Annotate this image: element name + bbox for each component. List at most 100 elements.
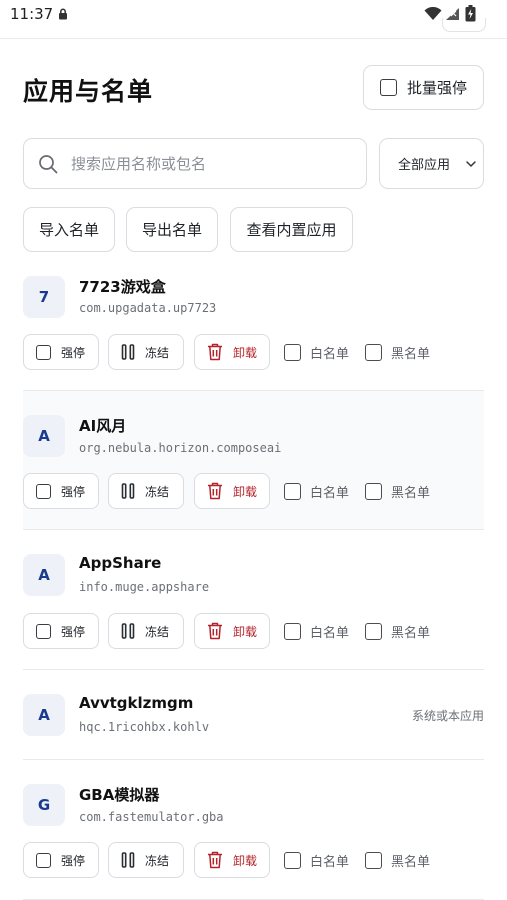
blacklist-checkbox[interactable] (365, 852, 382, 869)
app-avatar: 7 (23, 276, 65, 318)
blacklist-label: 黑名单 (391, 626, 431, 641)
app-card: 7 7723游戏盒 com.upgadata.up7723 强停 冻结 卸载 白… (23, 273, 484, 391)
batch-checkbox[interactable] (380, 79, 397, 96)
force-stop-label: 强停 (61, 624, 86, 639)
force-stop-label: 强停 (61, 853, 86, 868)
uninstall-button[interactable]: 卸载 (194, 334, 270, 370)
freeze-label: 冻结 (145, 853, 170, 868)
top-divider (0, 38, 507, 39)
force-stop-button[interactable]: 强停 (23, 842, 99, 878)
app-actions: 强停 冻结 卸载 白名单 黑名单 (23, 334, 484, 370)
app-actions: 强停 冻结 卸载 白名单 黑名单 (23, 473, 484, 509)
app-package: hqc.1ricohbx.kohlv (79, 720, 210, 734)
app-avatar: G (23, 784, 65, 826)
search-input[interactable] (71, 154, 341, 173)
uninstall-button[interactable]: 卸载 (194, 473, 270, 509)
whitelist-toggle[interactable]: 白名单 (284, 622, 349, 641)
blacklist-checkbox[interactable] (365, 623, 382, 640)
uninstall-button[interactable]: 卸载 (194, 613, 270, 649)
force-stop-checkbox-icon (36, 623, 51, 639)
force-stop-label: 强停 (61, 484, 86, 499)
freeze-label: 冻结 (145, 345, 170, 360)
freeze-button[interactable]: 冻结 (108, 842, 184, 878)
app-card: A Avvtgklzmgm hqc.1ricohbx.kohlv 系统或本应用 (23, 670, 484, 760)
blacklist-label: 黑名单 (391, 347, 431, 362)
status-time: 11:37 (10, 5, 54, 23)
blacklist-toggle[interactable]: 黑名单 (365, 343, 430, 362)
app-package: com.upgadata.up7723 (79, 301, 217, 315)
blacklist-toggle[interactable]: 黑名单 (365, 482, 430, 501)
blacklist-checkbox[interactable] (365, 344, 382, 361)
freeze-label: 冻结 (145, 484, 170, 499)
whitelist-checkbox[interactable] (284, 483, 301, 500)
blacklist-toggle[interactable]: 黑名单 (365, 851, 430, 870)
app-filter-value: 全部应用 (398, 158, 451, 173)
trash-icon (208, 482, 222, 500)
top-panel-edge (442, 18, 486, 32)
batch-force-stop-toggle[interactable]: 批量强停 (363, 65, 484, 110)
blacklist-label: 黑名单 (391, 486, 431, 501)
blacklist-label: 黑名单 (391, 855, 431, 870)
force-stop-button[interactable]: 强停 (23, 473, 99, 509)
pause-icon (121, 623, 135, 639)
whitelist-toggle[interactable]: 白名单 (284, 851, 349, 870)
search-icon (39, 154, 58, 173)
page-title: 应用与名单 (23, 77, 154, 106)
freeze-label: 冻结 (145, 624, 170, 639)
pause-icon (121, 483, 135, 499)
trash-icon (208, 851, 222, 869)
force-stop-button[interactable]: 强停 (23, 334, 99, 370)
whitelist-toggle[interactable]: 白名单 (284, 343, 349, 362)
system-app-note: 系统或本应用 (411, 709, 484, 723)
pause-icon (121, 852, 135, 868)
uninstall-label: 卸载 (233, 624, 258, 639)
app-filter-select[interactable]: 全部应用 (379, 138, 484, 189)
whitelist-toggle[interactable]: 白名单 (284, 482, 349, 501)
blacklist-toggle[interactable]: 黑名单 (365, 622, 430, 641)
status-bar: 11:37 (0, 0, 507, 30)
uninstall-label: 卸载 (233, 345, 258, 360)
app-package: com.fastemulator.gba (79, 810, 224, 824)
whitelist-label: 白名单 (310, 626, 350, 641)
wifi-icon (424, 7, 442, 20)
app-avatar: A (23, 554, 65, 596)
uninstall-button[interactable]: 卸载 (194, 842, 270, 878)
uninstall-label: 卸载 (233, 484, 258, 499)
app-package: info.muge.appshare (79, 580, 210, 594)
app-name: 7723游戏盒 (79, 278, 166, 296)
freeze-button[interactable]: 冻结 (108, 334, 184, 370)
whitelist-label: 白名单 (310, 855, 350, 870)
trash-icon (208, 622, 222, 640)
force-stop-button[interactable]: 强停 (23, 613, 99, 649)
uninstall-label: 卸载 (233, 853, 258, 868)
lock-icon (59, 8, 67, 20)
whitelist-checkbox[interactable] (284, 623, 301, 640)
view-builtin-apps-button[interactable]: 查看内置应用 (230, 207, 353, 252)
whitelist-label: 白名单 (310, 486, 350, 501)
export-list-button[interactable]: 导出名单 (126, 207, 218, 252)
import-list-button[interactable]: 导入名单 (23, 207, 115, 252)
freeze-button[interactable]: 冻结 (108, 473, 184, 509)
app-name: AppShare (79, 554, 162, 572)
app-card: A AI风月 org.nebula.horizon.composeai 强停 冻… (23, 391, 484, 530)
app-actions: 强停 冻结 卸载 白名单 黑名单 (23, 613, 484, 649)
force-stop-checkbox-icon (36, 852, 51, 868)
force-stop-checkbox-icon (36, 483, 51, 499)
app-name: Avvtgklzmgm (79, 694, 194, 712)
app-avatar: A (23, 694, 65, 736)
app-name: GBA模拟器 (79, 786, 160, 804)
force-stop-checkbox-icon (36, 344, 51, 360)
freeze-button[interactable]: 冻结 (108, 613, 184, 649)
pause-icon (121, 344, 135, 360)
search-box[interactable] (23, 138, 367, 189)
chevron-down-icon (466, 161, 476, 167)
trash-icon (208, 343, 222, 361)
app-actions: 强停 冻结 卸载 白名单 黑名单 (23, 842, 484, 878)
blacklist-checkbox[interactable] (365, 483, 382, 500)
force-stop-label: 强停 (61, 345, 86, 360)
app-avatar: A (23, 415, 65, 457)
whitelist-checkbox[interactable] (284, 344, 301, 361)
app-card: G GBA模拟器 com.fastemulator.gba 强停 冻结 卸载 白… (23, 760, 484, 900)
whitelist-checkbox[interactable] (284, 852, 301, 869)
app-package: org.nebula.horizon.composeai (79, 441, 282, 455)
